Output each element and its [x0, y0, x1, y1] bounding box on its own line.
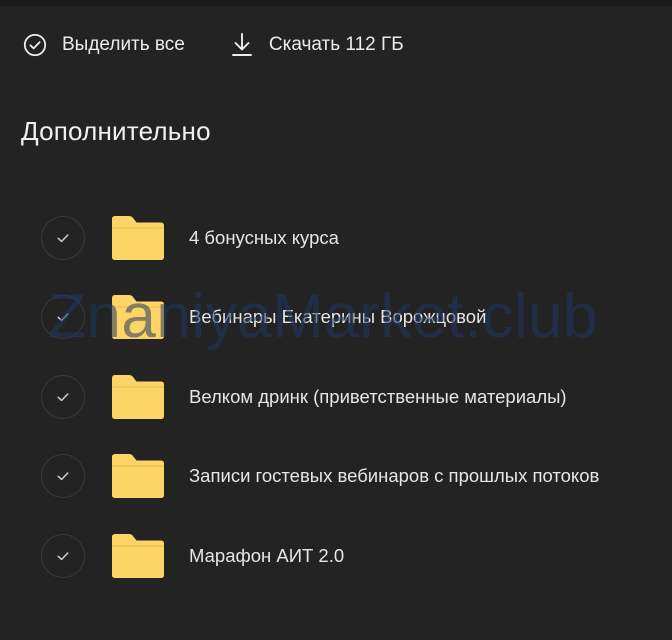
check-icon	[57, 234, 69, 242]
folder-name: 4 бонусных курса	[189, 226, 339, 248]
folder-row[interactable]: Велком дринк (приветственные материалы)	[0, 357, 672, 437]
folder-icon	[112, 454, 164, 499]
check-icon	[57, 472, 69, 481]
folder-icon	[112, 215, 164, 260]
download-icon	[229, 32, 255, 58]
folder-list: 4 бонусных курса Вебинары Екатерины Воро…	[0, 198, 672, 596]
folder-row[interactable]: Вебинары Екатерины Ворожцовой	[0, 278, 672, 358]
row-checkbox[interactable]	[41, 454, 85, 499]
select-all-button[interactable]: Выделить все	[22, 32, 185, 58]
folder-row[interactable]: 4 бонусных курса	[0, 198, 672, 278]
folder-icon	[112, 295, 164, 340]
folder-icon	[112, 374, 164, 419]
folder-row[interactable]: Записи гостевых вебинаров с прошлых пото…	[0, 437, 672, 517]
check-icon	[57, 393, 69, 401]
folder-name: Велком дринк (приветственные материалы)	[189, 385, 567, 407]
row-checkbox[interactable]	[41, 295, 85, 340]
toolbar: Выделить все Скачать 112 ГБ	[22, 30, 404, 60]
top-bar-edge	[0, 0, 672, 6]
row-checkbox[interactable]	[41, 374, 85, 419]
folder-name: Марафон АИТ 2.0	[189, 544, 345, 566]
check-icon	[57, 552, 69, 560]
select-all-label: Выделить все	[62, 34, 185, 55]
folder-row[interactable]: Марафон АИТ 2.0	[0, 516, 672, 596]
folder-name: Записи гостевых вебинаров с прошлых пото…	[189, 465, 600, 487]
folder-icon	[112, 533, 164, 578]
check-icon	[57, 313, 69, 322]
section-title: Дополнительно	[21, 116, 211, 146]
download-button[interactable]: Скачать 112 ГБ	[229, 32, 404, 58]
check-circle-icon	[22, 32, 48, 58]
row-checkbox[interactable]	[41, 215, 85, 260]
download-label: Скачать 112 ГБ	[268, 34, 404, 55]
folder-name: Вебинары Екатерины Ворожцовой	[189, 306, 487, 328]
row-checkbox[interactable]	[41, 533, 85, 578]
